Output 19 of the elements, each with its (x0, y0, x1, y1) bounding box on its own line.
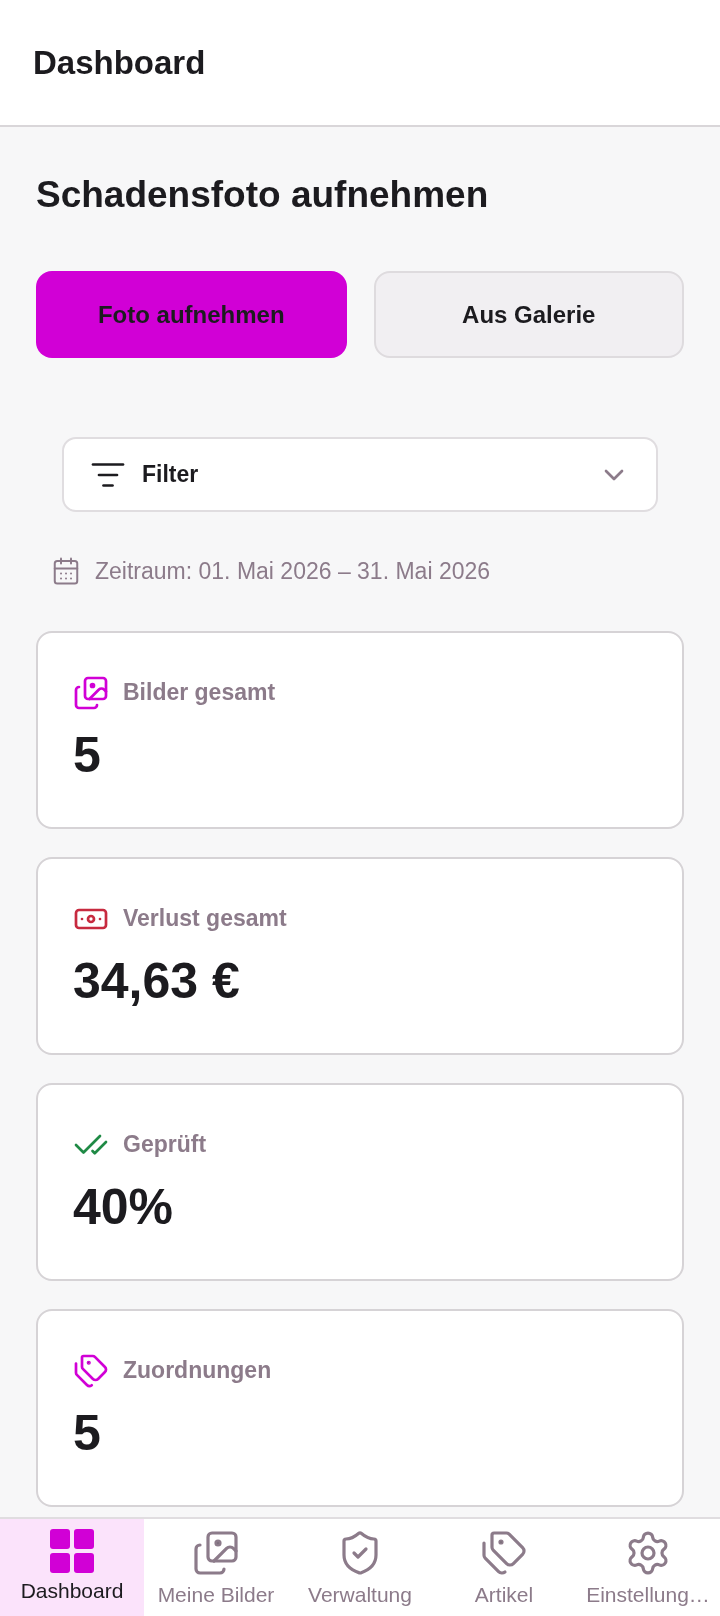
section-title: Schadensfoto aufnehmen (36, 173, 490, 217)
nav-tab[interactable]: Dashboard (0, 1519, 144, 1616)
stat-label: Geprüft (123, 1130, 207, 1160)
take-photo-button[interactable]: Foto aufnehmen (36, 271, 347, 358)
stat-value: 5 (73, 1403, 102, 1463)
gallery-button[interactable]: Aus Galerie (373, 271, 684, 358)
period-text: Zeitraum: 01. Mai 2026 – 31. Mai 2026 (95, 557, 491, 586)
stat-label: Bilder gesamt (123, 678, 276, 708)
stat-value: 40% (73, 1177, 175, 1237)
grid-icon (50, 1529, 94, 1573)
stat-value: 5 (73, 725, 102, 785)
stat-label: Verlust gesamt (123, 904, 287, 934)
calendar-icon (51, 556, 81, 587)
stat-label: Zuordnungen (123, 1356, 272, 1386)
stat-value: 34,63 € (73, 951, 241, 1011)
tag-icon (480, 1529, 528, 1577)
images-icon (192, 1529, 240, 1577)
filter-dropdown[interactable]: Filter (62, 437, 658, 512)
page-title: Dashboard (33, 42, 206, 83)
